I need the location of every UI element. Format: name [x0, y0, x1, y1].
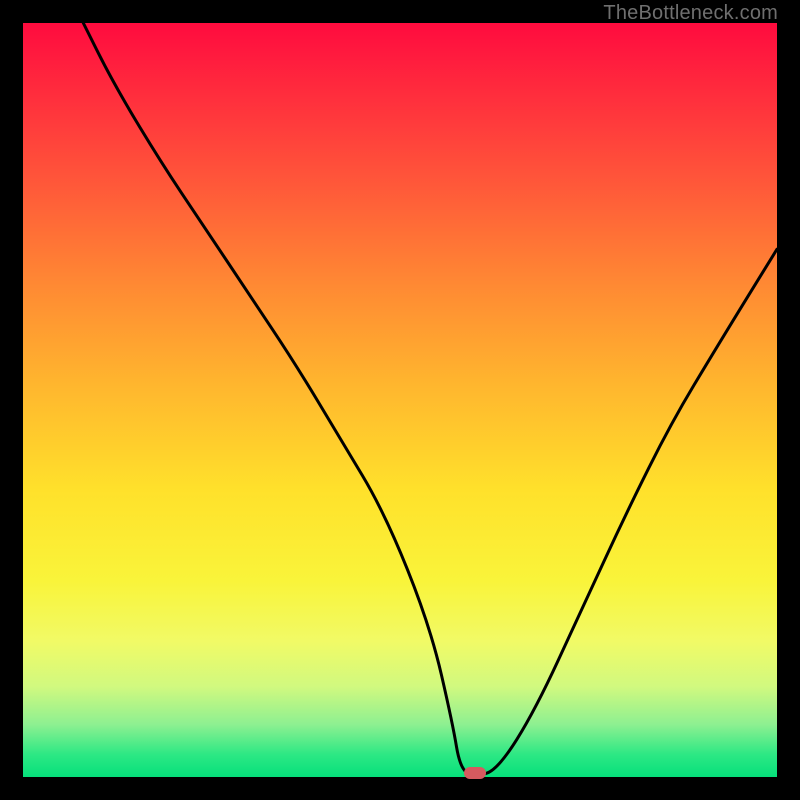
plot-area: [23, 23, 777, 777]
curve-path: [83, 23, 777, 775]
optimal-marker: [464, 767, 486, 779]
watermark-text: TheBottleneck.com: [603, 2, 778, 25]
chart-frame: TheBottleneck.com: [0, 0, 800, 800]
bottleneck-curve: [23, 23, 777, 777]
